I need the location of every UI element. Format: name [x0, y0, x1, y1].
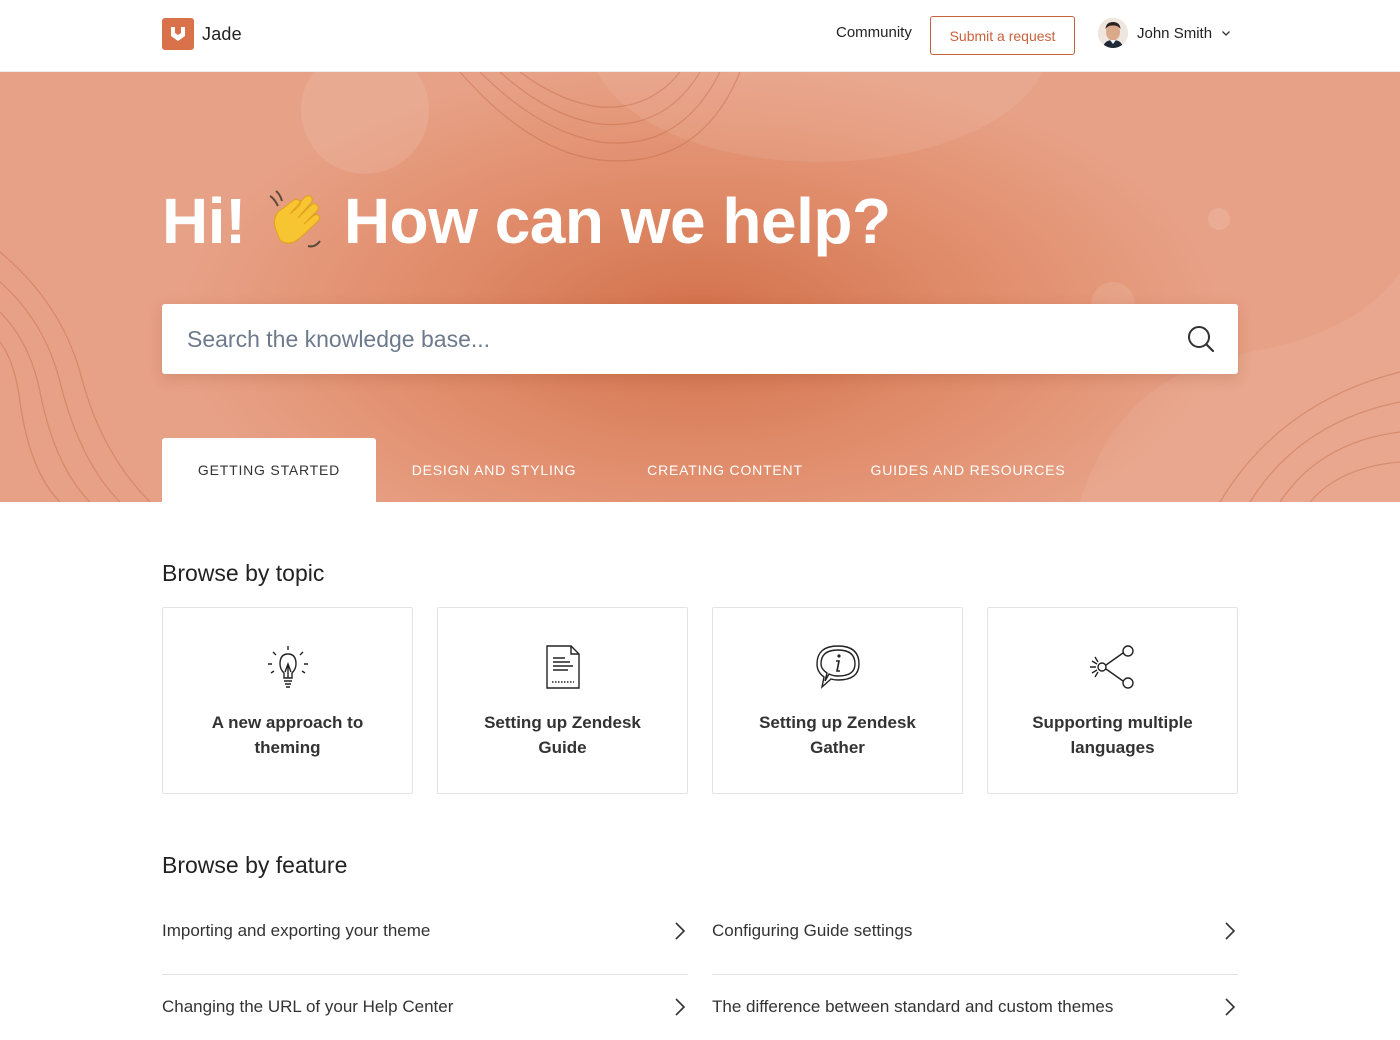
search-bar [162, 304, 1238, 374]
lightbulb-icon [268, 646, 308, 688]
tab-guides-and-resources[interactable]: GUIDES AND RESOURCES [838, 438, 1098, 502]
search-icon[interactable] [1186, 324, 1216, 354]
hero-banner: Hi! How can we help? GETTING STARTED DES… [0, 72, 1400, 502]
chevron-right-icon [1225, 922, 1236, 940]
info-bubble-icon [816, 645, 860, 689]
feature-link[interactable]: Configuring Guide settings [712, 899, 1238, 975]
submit-request-button[interactable]: Submit a request [930, 16, 1075, 55]
brand-home-link[interactable]: Jade [162, 18, 242, 50]
brand-logo-icon [162, 18, 194, 50]
topic-card-label: A new approach to theming [211, 713, 364, 757]
feature-link-label: Configuring Guide settings [712, 921, 913, 940]
chevron-right-icon [1225, 998, 1236, 1016]
tab-getting-started[interactable]: GETTING STARTED [162, 438, 376, 502]
feature-link-label: Changing the URL of your Help Center [162, 997, 454, 1016]
topic-card[interactable]: Supporting multiple languages [987, 607, 1238, 794]
topic-card-label: Setting up Zendesk Gather [759, 713, 916, 757]
hero-greeting-end: How can we help? [343, 185, 891, 257]
topic-card-label: Supporting multiple languages [1032, 713, 1193, 757]
chevron-down-icon [1222, 31, 1231, 36]
feature-link[interactable]: Changing the URL of your Help Center [162, 975, 688, 1040]
hero-greeting-start: Hi! [162, 185, 246, 257]
category-tabs: GETTING STARTED DESIGN AND STYLING CREAT… [162, 438, 1098, 502]
tab-design-and-styling[interactable]: DESIGN AND STYLING [376, 438, 612, 502]
document-icon [546, 645, 580, 689]
avatar [1098, 18, 1128, 48]
community-link[interactable]: Community [836, 24, 912, 41]
chevron-right-icon [675, 922, 686, 940]
browse-feature-title: Browse by feature [162, 852, 348, 878]
chevron-right-icon [675, 998, 686, 1016]
share-icon [1090, 645, 1134, 689]
brand-name: Jade [202, 23, 242, 44]
feature-link[interactable]: The difference between standard and cust… [712, 975, 1238, 1040]
topic-card[interactable]: A new approach to theming [162, 607, 413, 794]
topic-card[interactable]: Setting up Zendesk Guide [437, 607, 688, 794]
feature-link-label: The difference between standard and cust… [712, 997, 1114, 1016]
waving-hand-icon [269, 190, 321, 248]
hero-heading: Hi! How can we help? [162, 184, 891, 258]
search-input[interactable] [162, 304, 1162, 374]
feature-link-label: Importing and exporting your theme [162, 921, 431, 940]
topic-cards: A new approach to theming Setting up Zen… [162, 607, 1238, 794]
browse-topic-title: Browse by topic [162, 560, 325, 586]
tab-creating-content[interactable]: CREATING CONTENT [612, 438, 838, 502]
topic-card-label: Setting up Zendesk Guide [484, 713, 641, 757]
topic-card[interactable]: Setting up Zendesk Gather [712, 607, 963, 794]
user-menu[interactable]: John Smith [1098, 18, 1231, 48]
site-header: Jade Community Submit a request John Smi… [0, 0, 1400, 72]
feature-link[interactable]: Importing and exporting your theme [162, 899, 688, 975]
user-name: John Smith [1137, 24, 1213, 42]
